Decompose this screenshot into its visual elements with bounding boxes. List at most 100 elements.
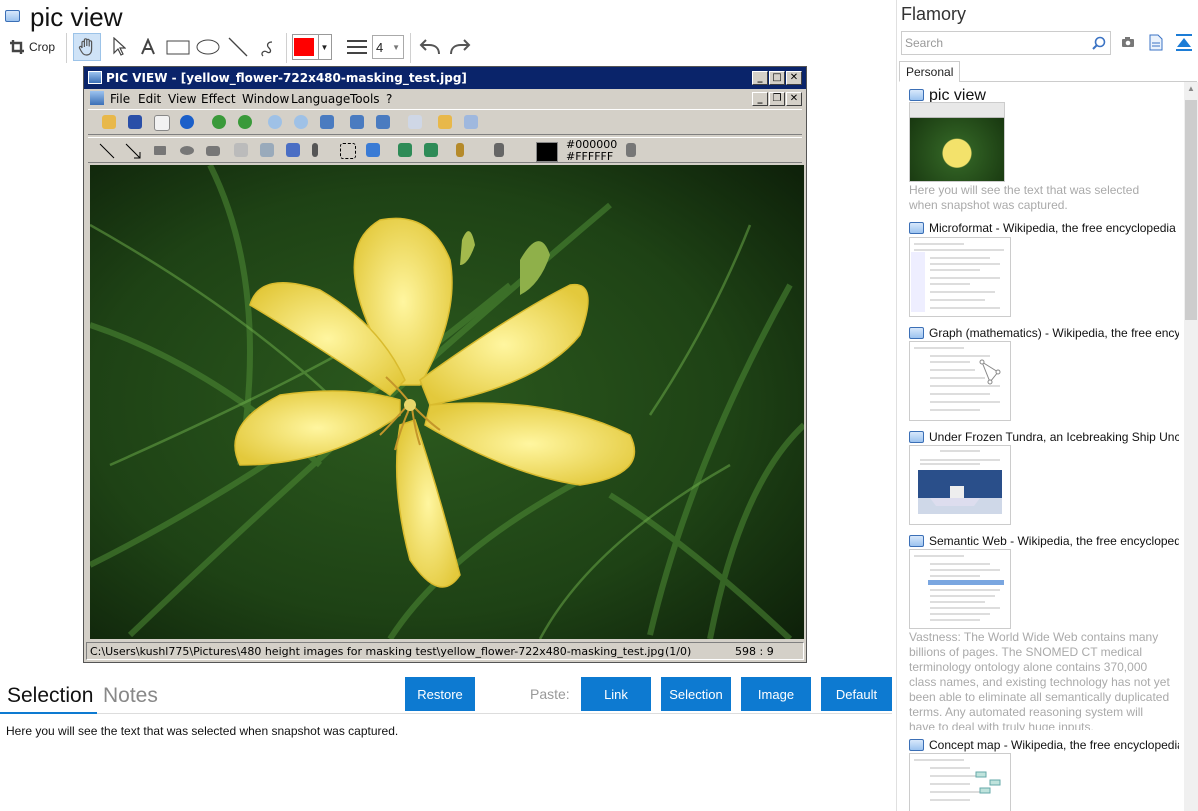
selection-icon [340,143,356,159]
camera-icon[interactable] [1121,36,1135,48]
color-picker[interactable]: ▼ [292,34,332,60]
fg-color-swatch [536,142,558,162]
menu-window: Window [242,92,290,106]
next-image-icon [376,115,390,129]
flower-photo [90,165,804,639]
snapshot-text: Vastness: The World Wide Web contains ma… [909,630,1170,730]
snapshot-title[interactable]: Under Frozen Tundra, an Icebreaking Ship… [929,430,1179,444]
pencil-icon [456,143,464,157]
snapshot-image[interactable]: PIC VIEW - [yellow_flower-722x480-maskin… [83,66,807,663]
snapshot-thumbnail[interactable] [909,445,1011,525]
line-tool-button[interactable] [224,33,252,61]
undo-button[interactable] [416,33,444,61]
bg-color-hex: #FFFFFF [566,150,614,163]
forward-icon [238,115,252,129]
rectangle-icon [154,146,166,155]
crop-button[interactable]: Crop [6,36,58,58]
ellipse-icon [180,146,194,155]
status-page: (1/0) [665,645,692,658]
line-width-select[interactable]: 4 ▼ [372,35,404,59]
menu-file: File [110,92,131,106]
rectangle-tool-button[interactable] [164,33,192,61]
open-icon [102,115,116,129]
active-tab-indicator [0,712,97,714]
tab-notes[interactable]: Notes [103,684,158,708]
snapshot-thumbnail[interactable] [909,753,1011,811]
snapshot-thumbnail[interactable] [909,549,1011,629]
close-button: ✕ [786,71,802,85]
doc-close-button: ✕ [786,92,802,106]
menu-tools: Tools [350,92,380,106]
window-menubar: File Edit View Effect Window Language To… [84,89,806,109]
scroll-up-icon[interactable]: ▲ [1185,84,1197,96]
snapshot-icon [909,327,924,339]
eyedropper-icon [312,143,318,157]
menu-edit: Edit [138,92,162,106]
tab-selection[interactable]: Selection [7,684,93,708]
snapshot-title[interactable]: Semantic Web - Wikipedia, the free encyc… [929,534,1179,548]
snapshot-title[interactable]: Microformat - Wikipedia, the free encycl… [929,221,1179,235]
scrollbar-thumb[interactable] [1185,100,1197,320]
menu-view: View [168,92,197,106]
restore-button[interactable]: Restore [405,677,475,711]
save-icon [128,115,142,129]
snapshot-icon [909,222,924,234]
snapshot-title[interactable]: Graph (mathematics) - Wikipedia, the fre… [929,326,1179,340]
document-icon[interactable] [1149,34,1163,51]
status-coords: 598 : 9 [735,645,774,658]
window-title: PIC VIEW - [yellow_flower-722x480-maskin… [106,71,467,85]
folder-icon [438,115,452,129]
swap-colors-icon [626,143,636,157]
freehand-tool-button[interactable] [254,33,282,61]
snapshot-icon [909,739,924,751]
redo-button[interactable] [446,33,474,61]
rotate-icon [366,143,380,157]
tab-personal[interactable]: Personal [899,61,960,82]
line-icon [228,37,248,57]
selection-text: Here you will see the text that was sele… [6,724,399,738]
mirror-icon [424,143,438,157]
print-preview-icon [154,115,170,131]
maximize-button: □ [769,71,785,85]
snapshot-icon [909,535,924,547]
snapshot-title[interactable]: Concept map - Wikipedia, the free encycl… [929,738,1179,752]
chevron-down-icon: ▼ [317,35,331,59]
ellipse-tool-button[interactable] [194,33,222,61]
paste-selection-button[interactable]: Selection [661,677,731,711]
zoom-out-icon [294,115,308,129]
slideshow-icon [408,115,422,129]
text-tool-button[interactable] [134,33,162,61]
back-icon [212,115,226,129]
search-input[interactable]: Search [901,31,1111,55]
pan-tool-button[interactable] [73,33,101,61]
menu-language: Language [291,92,351,106]
brush-icon [494,143,504,157]
redo-icon [450,39,471,55]
document-icon [90,91,104,105]
rounded-rect-icon [206,146,220,156]
select-tool-button[interactable] [105,33,133,61]
freehand-icon [261,41,273,57]
paste-image-button[interactable]: Image [741,677,811,711]
pointer-icon [113,37,126,56]
line-width-value: 4 [376,39,384,55]
text-icon [141,38,155,55]
paste-label: Paste: [530,686,570,702]
snapshot-text: Here you will see the text that was sele… [909,183,1140,212]
color-hex-values: #000000 #FFFFFF [566,139,617,163]
snapshot-thumbnail[interactable] [909,237,1011,317]
menu-help: ? [386,92,393,106]
snapshot-thumbnail[interactable] [909,102,1005,182]
line-width-icon [344,35,370,59]
arrow-icon [125,143,141,159]
paste-default-button[interactable]: Default [821,677,892,711]
snapshot-icon [909,89,924,101]
snapshot-thumbnail[interactable] [909,341,1011,421]
fit-icon [320,115,334,129]
search-icon[interactable] [1092,36,1106,50]
flip-icon [398,143,412,157]
window-titlebar: PIC VIEW - [yellow_flower-722x480-maskin… [84,67,806,89]
collapse-icon[interactable] [1175,34,1193,51]
picview-icon [88,71,102,84]
paste-link-button[interactable]: Link [581,677,651,711]
